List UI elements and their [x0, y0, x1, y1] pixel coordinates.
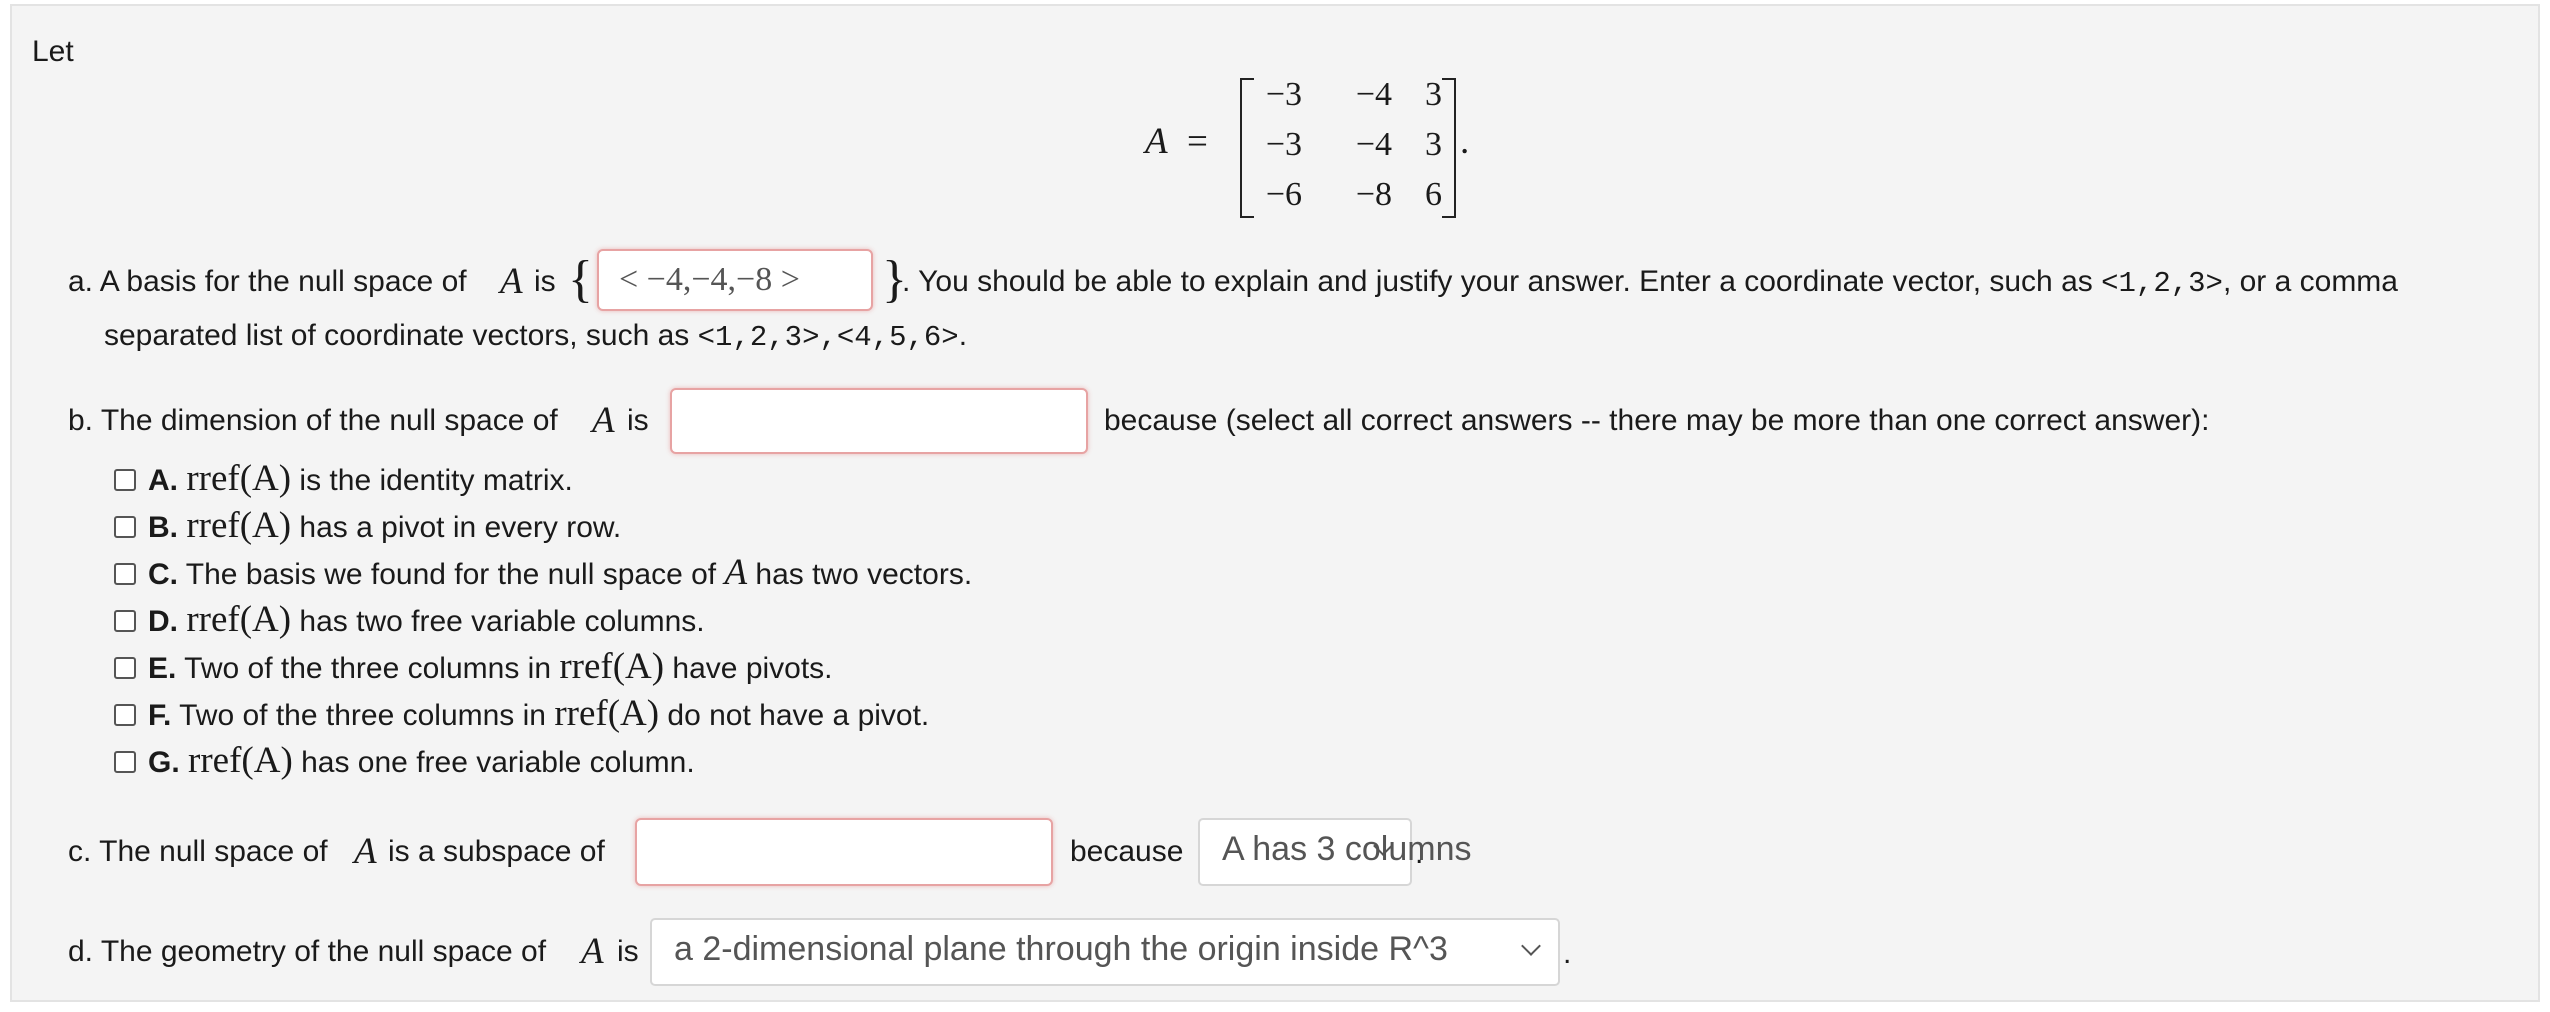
part-b-because: because (select all correct answers -- t…: [1104, 404, 2210, 437]
matrix-cell: 3: [1425, 126, 1442, 163]
null-space-basis-value: < −4,−4,−8 >: [619, 261, 800, 298]
part-d-period: .: [1563, 937, 1572, 970]
null-space-dimension-input[interactable]: [670, 388, 1088, 454]
part-c-period: .: [1415, 837, 1424, 870]
part-b-is: is: [627, 404, 649, 437]
matrix-cell: 3: [1425, 76, 1442, 113]
part-c-because: because: [1070, 835, 1184, 868]
reason-select[interactable]: A has 3 columns: [1198, 818, 1471, 886]
part-c-prefix: c. The null space of: [68, 835, 328, 868]
matrix-right-bracket: [1442, 78, 1456, 218]
var-a: A: [592, 400, 615, 441]
matrix-equals: =: [1187, 121, 1208, 162]
example-vector-list: <1,2,3>,<4,5,6>: [697, 321, 959, 354]
choice-e-checkbox[interactable]: [114, 657, 136, 679]
part-a-prefix: a. A basis for the null space of: [68, 265, 467, 298]
part-d-is: is: [617, 935, 639, 968]
matrix-label: A: [1145, 121, 1168, 162]
brace-open: {: [568, 251, 593, 308]
reason-select-value: A has 3 columns: [1222, 830, 1472, 868]
geometry-select[interactable]: a 2-dimensional plane through the origin…: [650, 918, 1560, 986]
choice-a-checkbox[interactable]: [114, 469, 136, 491]
matrix-cell: −6: [1265, 176, 1302, 213]
var-a: A: [354, 831, 377, 872]
null-space-basis-input[interactable]: < −4,−4,−8 >: [597, 249, 873, 311]
problem-panel: Let A = −3 −4 3 −3 −4 3 −6 −8 6 . a. A b…: [10, 4, 2540, 1002]
choice-g-checkbox[interactable]: [114, 751, 136, 773]
matrix-period: .: [1460, 121, 1470, 162]
part-c-is: is a subspace of: [388, 835, 605, 868]
part-a-instructions-line2: separated list of coordinate vectors, su…: [104, 319, 968, 354]
var-a: A: [581, 931, 604, 972]
var-a: A: [500, 261, 523, 302]
choice-f-checkbox[interactable]: [114, 704, 136, 726]
part-b-prefix: b. The dimension of the null space of: [68, 404, 558, 437]
matrix-cell: −3: [1265, 126, 1302, 163]
part-a-instructions: . You should be able to explain and just…: [902, 265, 2398, 300]
choice-d-checkbox[interactable]: [114, 610, 136, 632]
part-d-prefix: d. The geometry of the null space of: [68, 935, 547, 968]
intro-text: Let: [32, 35, 74, 68]
subspace-of-input[interactable]: [635, 818, 1053, 886]
example-vector: <1,2,3>: [2101, 267, 2223, 300]
matrix-cell: −3: [1265, 76, 1302, 113]
choice-b-checkbox[interactable]: [114, 516, 136, 538]
chevron-down-icon: [1521, 936, 1541, 956]
part-a-is: is: [534, 265, 556, 298]
matrix-cell: 6: [1425, 176, 1442, 213]
choice-c-checkbox[interactable]: [114, 563, 136, 585]
geometry-select-value: a 2-dimensional plane through the origin…: [674, 930, 1448, 968]
